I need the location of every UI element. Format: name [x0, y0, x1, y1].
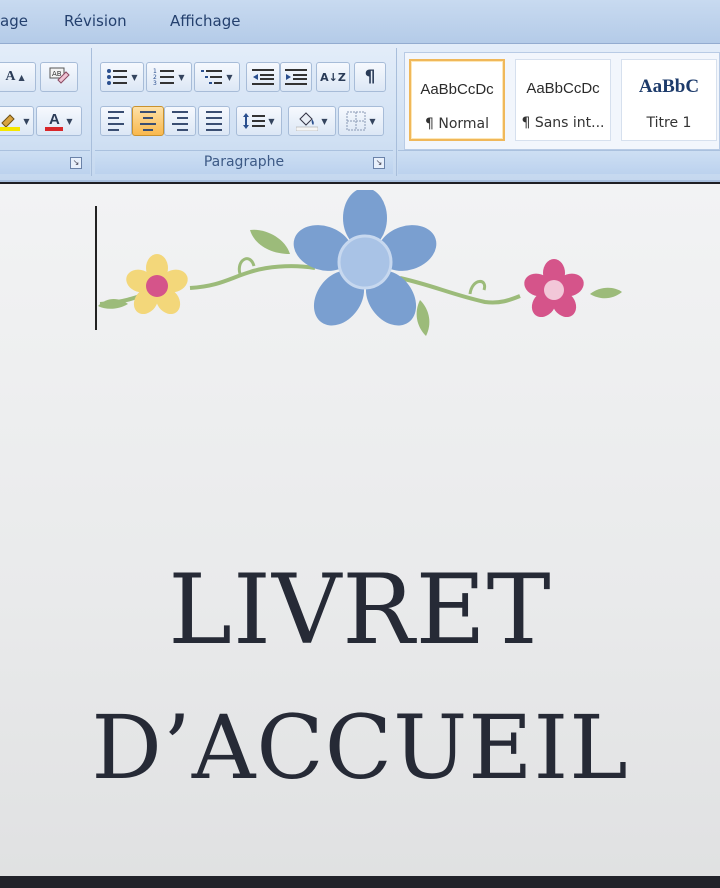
multilevel-list-icon	[201, 70, 223, 84]
floral-vine-icon	[98, 190, 622, 336]
sort-button[interactable]: A↓Z	[316, 62, 350, 92]
style-name-label: ¶ Sans int...	[521, 115, 605, 131]
document-page[interactable]: LIVRET D’ACCUEIL	[0, 184, 720, 876]
bullet-list-icon	[107, 69, 128, 85]
chevron-down-icon: ▼	[178, 72, 185, 82]
clear-formatting-button[interactable]: AB	[40, 62, 78, 92]
paragraph-group-label: Paragraphe	[203, 154, 285, 170]
shading-button[interactable]: ▼	[288, 106, 336, 136]
justify-icon	[206, 109, 222, 133]
numbered-list-icon: 1 2 3	[153, 68, 175, 86]
line-spacing-button[interactable]: ▼	[236, 106, 282, 136]
ribbon-tab-bar: age Révision Affichage	[0, 0, 720, 44]
style-normal[interactable]: AaBbCcDc ¶ Normal	[409, 59, 505, 141]
borders-icon	[346, 111, 366, 131]
tab-affichage[interactable]: Affichage	[170, 12, 240, 30]
style-name-label: Titre 1	[646, 115, 692, 131]
style-sample-text: AaBbC	[638, 76, 700, 97]
style-titre-1[interactable]: AaBbC Titre 1	[621, 59, 717, 141]
text-cursor	[95, 206, 97, 330]
style-name-label: ¶ Normal	[424, 116, 489, 132]
highlighter-icon	[0, 114, 21, 131]
decrease-indent-button[interactable]	[246, 62, 280, 92]
chevron-down-icon: ▼	[226, 72, 233, 82]
tab-mise-en-page[interactable]: age	[0, 12, 28, 30]
increase-indent-button[interactable]	[280, 62, 312, 92]
style-sample-text: AaBbCcDc	[526, 80, 600, 97]
paint-bucket-icon	[296, 112, 319, 131]
document-title-line-1: LIVRET	[168, 554, 552, 666]
borders-button[interactable]: ▼	[338, 106, 384, 136]
chevron-down-icon: ▼	[131, 72, 138, 82]
pilcrow-icon: ¶	[364, 67, 376, 87]
document-title-line-2: D’ACCUEIL	[91, 696, 629, 799]
chevron-down-icon: ▼	[369, 116, 376, 126]
font-color-icon: A	[45, 112, 64, 131]
group-divider	[396, 48, 397, 176]
chevron-down-icon: ▼	[321, 116, 328, 126]
font-color-button[interactable]: A ▼	[36, 106, 82, 136]
font-dialog-launcher-icon[interactable]: ↘	[70, 157, 82, 169]
paragraph-dialog-launcher-icon[interactable]: ↘	[373, 157, 385, 169]
ribbon: A ▲ AB ▼ A ▼ ↘ ▼ 1 2 3 ▼ ▼ A↓Z ¶ ▼ ▼ ▼ P…	[0, 44, 720, 182]
tab-revision[interactable]: Révision	[64, 12, 127, 30]
align-right-button[interactable]	[164, 106, 196, 136]
chevron-down-icon: ▼	[66, 116, 73, 126]
grow-font-icon: A	[5, 69, 16, 84]
decrease-indent-icon	[252, 69, 274, 85]
style-sample-text: AaBbCcDc	[420, 81, 494, 98]
bullets-button[interactable]: ▼	[100, 62, 144, 92]
justify-button[interactable]	[198, 106, 230, 136]
chevron-down-icon: ▼	[23, 116, 30, 126]
styles-group-footer	[398, 150, 720, 174]
align-center-button[interactable]	[132, 106, 164, 136]
svg-text:AB: AB	[52, 70, 62, 78]
increase-indent-icon	[285, 69, 307, 85]
styles-gallery: AaBbCcDc ¶ Normal AaBbCcDc ¶ Sans int...…	[404, 52, 720, 150]
multilevel-list-button[interactable]: ▼	[194, 62, 240, 92]
align-right-icon	[172, 109, 188, 133]
group-divider	[91, 48, 92, 176]
align-center-icon	[140, 109, 156, 133]
grow-font-button[interactable]: A ▲	[0, 62, 36, 92]
numbering-button[interactable]: 1 2 3 ▼	[146, 62, 192, 92]
sort-icon: A↓Z	[320, 70, 346, 84]
chevron-down-icon: ▼	[268, 116, 275, 126]
chevron-down-icon: ▲	[18, 72, 25, 82]
align-left-icon	[108, 109, 124, 133]
font-group-footer: ↘	[0, 150, 90, 174]
line-spacing-icon	[243, 113, 266, 129]
paragraph-group-footer: Paragraphe ↘	[95, 150, 393, 174]
clear-formatting-icon: AB	[49, 67, 70, 84]
show-formatting-marks-button[interactable]: ¶	[354, 62, 386, 92]
highlight-color-button[interactable]: ▼	[0, 106, 34, 136]
style-sans-interligne[interactable]: AaBbCcDc ¶ Sans int...	[515, 59, 611, 141]
align-left-button[interactable]	[100, 106, 132, 136]
screen-bezel	[0, 876, 720, 888]
svg-text:3: 3	[153, 80, 157, 86]
